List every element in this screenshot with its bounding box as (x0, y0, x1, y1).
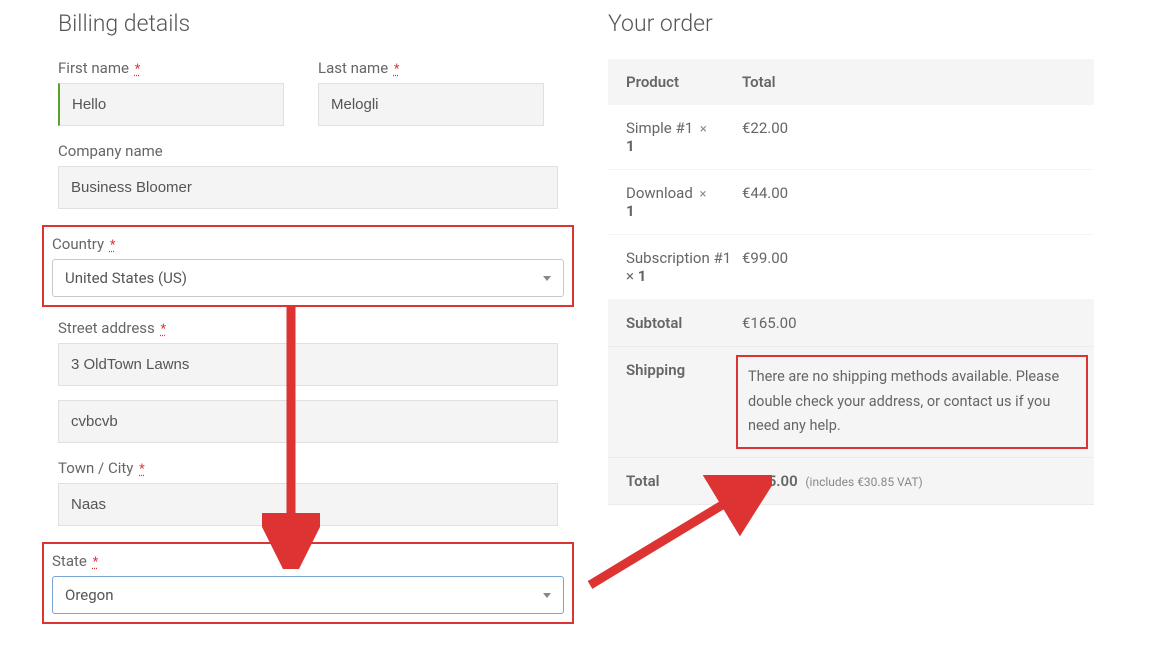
item-name-text: Subscription #1 (626, 249, 731, 267)
city-field: Town / City * (58, 459, 558, 526)
order-header-row: Product Total (608, 59, 1094, 105)
item-qty: 1 (638, 267, 647, 285)
subtotal-label: Subtotal (608, 300, 736, 346)
state-label: State * (52, 552, 564, 570)
company-field: Company name (58, 142, 558, 209)
required-marker: * (139, 462, 145, 477)
total-label: Total (608, 458, 736, 504)
table-row: Download × 1 €44.00 (608, 170, 1094, 235)
vat-note: (includes €30.85 VAT) (805, 475, 922, 489)
state-label-text: State (52, 552, 87, 570)
country-value: United States (US) (65, 269, 187, 287)
total-value: €165.00 (742, 472, 798, 490)
order-item-name: Download × 1 (608, 170, 736, 234)
last-name-label: Last name * (318, 59, 558, 77)
last-name-label-text: Last name (318, 59, 388, 77)
chevron-down-icon (543, 593, 551, 598)
street-label-text: Street address (58, 319, 155, 337)
order-header-total: Total (736, 59, 1094, 105)
first-name-label: First name * (58, 59, 298, 77)
company-input[interactable] (58, 166, 558, 209)
first-name-field: First name * (58, 59, 298, 126)
last-name-input[interactable] (318, 83, 544, 126)
order-item-total: €44.00 (736, 170, 1094, 234)
required-marker: * (161, 322, 167, 337)
order-header-product: Product (608, 59, 736, 105)
city-label-text: Town / City (58, 459, 133, 477)
company-label: Company name (58, 142, 558, 160)
state-value: Oregon (65, 586, 113, 604)
street-input-1[interactable] (58, 343, 558, 386)
country-label-text: Country (52, 235, 104, 253)
shipping-label: Shipping (608, 347, 736, 457)
item-qty: 1 (626, 202, 635, 220)
chevron-down-icon (543, 276, 551, 281)
total-value-cell: €165.00 (includes €30.85 VAT) (736, 458, 1094, 504)
shipping-row: Shipping There are no shipping methods a… (608, 347, 1094, 458)
total-row: Total €165.00 (includes €30.85 VAT) (608, 458, 1094, 505)
country-select[interactable]: United States (US) (52, 259, 564, 297)
item-name-text: Download (626, 184, 693, 202)
last-name-field: Last name * (318, 59, 558, 126)
required-marker: * (93, 555, 99, 570)
remove-icon[interactable]: × (700, 122, 707, 137)
order-table: Product Total Simple #1 × 1 €22.00 Downl… (608, 59, 1094, 505)
order-item-name: Subscription #1 × 1 (608, 235, 736, 299)
required-marker: * (394, 62, 400, 77)
table-row: Subscription #1 × 1 €99.00 (608, 235, 1094, 300)
shipping-message-box: There are no shipping methods available.… (736, 355, 1088, 449)
street-field: Street address * (58, 319, 558, 443)
street-input-2[interactable] (58, 400, 558, 443)
subtotal-value: €165.00 (736, 300, 1094, 346)
order-item-name: Simple #1 × 1 (608, 105, 736, 169)
order-item-total: €99.00 (736, 235, 1094, 299)
required-marker: * (110, 238, 116, 253)
subtotal-row: Subtotal €165.00 (608, 300, 1094, 347)
billing-heading: Billing details (58, 10, 558, 37)
item-qty: 1 (626, 137, 635, 155)
country-highlight: Country * United States (US) (42, 225, 574, 307)
remove-icon[interactable]: × (700, 187, 707, 202)
required-marker: * (135, 62, 141, 77)
city-input[interactable] (58, 483, 558, 526)
country-label: Country * (52, 235, 564, 253)
order-item-total: €22.00 (736, 105, 1094, 169)
state-select[interactable]: Oregon (52, 576, 564, 614)
order-heading: Your order (608, 10, 1094, 37)
table-row: Simple #1 × 1 €22.00 (608, 105, 1094, 170)
item-name-text: Simple #1 (626, 119, 693, 137)
state-highlight: State * Oregon (42, 542, 574, 624)
first-name-input[interactable] (58, 83, 284, 126)
first-name-label-text: First name (58, 59, 129, 77)
city-label: Town / City * (58, 459, 558, 477)
item-qty-prefix: × (626, 267, 638, 285)
street-label: Street address * (58, 319, 558, 337)
